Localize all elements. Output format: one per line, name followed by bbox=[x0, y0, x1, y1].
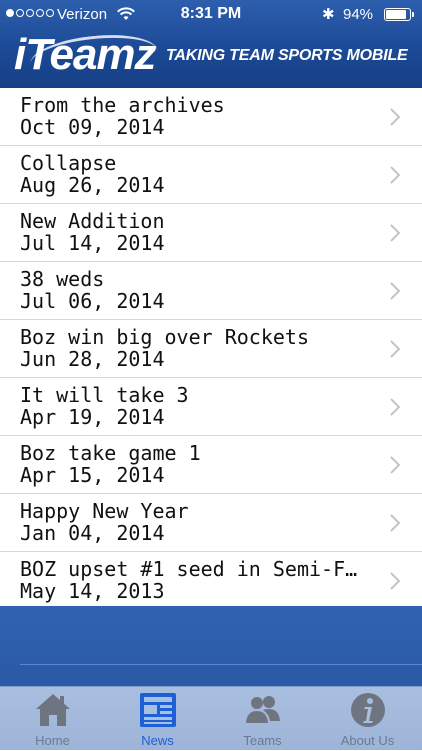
news-row[interactable]: BOZ upset #1 seed in Semi-F… May 14, 201… bbox=[0, 552, 422, 610]
bluetooth-icon: ✱ bbox=[322, 6, 335, 23]
news-date: Jul 14, 2014 bbox=[20, 231, 165, 255]
news-row[interactable]: Happy New Year Jan 04, 2014 bbox=[0, 494, 422, 552]
app-tagline: TAKING TEAM SPORTS MOBILE bbox=[166, 47, 408, 64]
footer-divider bbox=[20, 664, 422, 665]
tab-teams[interactable]: Teams bbox=[210, 687, 315, 751]
news-title: Boz win big over Rockets bbox=[20, 325, 309, 349]
tab-home[interactable]: Home bbox=[0, 687, 105, 751]
chevron-right-icon bbox=[390, 514, 401, 532]
news-icon bbox=[140, 693, 176, 727]
tab-label: About Us bbox=[340, 733, 395, 748]
news-date: May 14, 2013 bbox=[20, 579, 165, 603]
news-date: Oct 09, 2014 bbox=[20, 115, 165, 139]
news-title: New Addition bbox=[20, 209, 165, 233]
battery-percent: 94% bbox=[343, 6, 374, 23]
tab-label: News bbox=[141, 733, 174, 748]
tab-label: Home bbox=[35, 733, 70, 748]
news-title: 38 weds bbox=[20, 267, 105, 291]
news-row[interactable]: 38 weds Jul 06, 2014 bbox=[0, 262, 422, 320]
news-row[interactable]: From the archives Oct 09, 2014 bbox=[0, 88, 422, 146]
news-row[interactable]: Boz win big over Rockets Jun 28, 2014 bbox=[0, 320, 422, 378]
teams-icon bbox=[246, 696, 280, 723]
chevron-right-icon bbox=[390, 456, 401, 474]
tab-bar: Home News Teams About Us bbox=[0, 686, 422, 750]
news-date: Jun 28, 2014 bbox=[20, 347, 165, 371]
news-title: Happy New Year bbox=[20, 499, 189, 523]
tab-news[interactable]: News bbox=[105, 687, 210, 751]
battery-icon bbox=[384, 8, 414, 21]
news-date: Apr 19, 2014 bbox=[20, 405, 165, 429]
status-bar: Verizon 8:31 PM ✱ 94% bbox=[0, 0, 422, 30]
news-title: Collapse bbox=[20, 151, 117, 175]
chevron-right-icon bbox=[390, 572, 401, 590]
news-title: From the archives bbox=[20, 93, 225, 117]
chevron-right-icon bbox=[390, 398, 401, 416]
home-icon bbox=[36, 694, 70, 726]
news-title: BOZ upset #1 seed in Semi-F… bbox=[20, 557, 358, 581]
news-row[interactable]: New Addition Jul 14, 2014 bbox=[0, 204, 422, 262]
news-title: It will take 3 bbox=[20, 383, 189, 407]
news-date: Aug 26, 2014 bbox=[20, 173, 165, 197]
news-list: From the archives Oct 09, 2014 Collapse … bbox=[0, 88, 422, 608]
tab-about-us[interactable]: About Us bbox=[315, 687, 420, 751]
news-row[interactable]: Boz take game 1 Apr 15, 2014 bbox=[0, 436, 422, 494]
chevron-right-icon bbox=[390, 108, 401, 126]
news-date: Jul 06, 2014 bbox=[20, 289, 165, 313]
news-date: Apr 15, 2014 bbox=[20, 463, 165, 487]
news-row[interactable]: Collapse Aug 26, 2014 bbox=[0, 146, 422, 204]
list-footer-area bbox=[0, 606, 422, 686]
chevron-right-icon bbox=[390, 224, 401, 242]
chevron-right-icon bbox=[390, 340, 401, 358]
news-date: Jan 04, 2014 bbox=[20, 521, 165, 545]
tab-label: Teams bbox=[243, 733, 282, 748]
news-title: Boz take game 1 bbox=[20, 441, 201, 465]
news-row[interactable]: It will take 3 Apr 19, 2014 bbox=[0, 378, 422, 436]
chevron-right-icon bbox=[390, 166, 401, 184]
app-logo: iTeamz bbox=[14, 30, 157, 79]
chevron-right-icon bbox=[390, 282, 401, 300]
app-header: Verizon 8:31 PM ✱ 94% iTeamz TAKING TEAM… bbox=[0, 0, 422, 88]
info-icon bbox=[351, 693, 385, 727]
